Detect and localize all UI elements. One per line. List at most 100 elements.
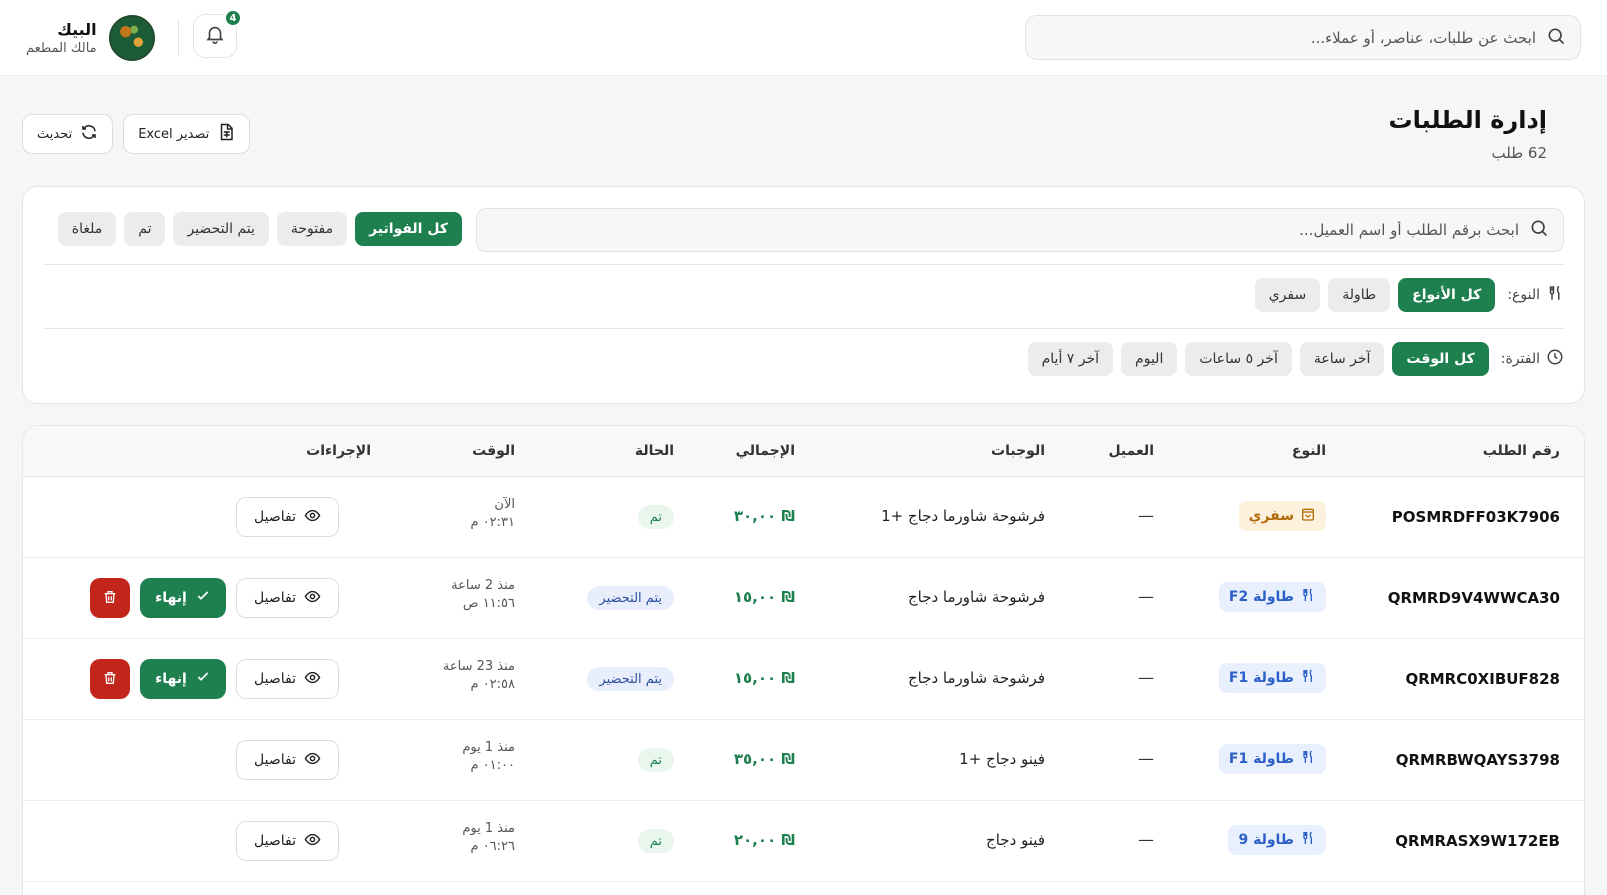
type-pill-all[interactable]: كل الأنواع xyxy=(1398,278,1496,312)
period-pill-last-5-hours[interactable]: آخر ٥ ساعات xyxy=(1185,342,1292,376)
period-pill-last-hour[interactable]: آخر ساعة xyxy=(1299,342,1385,376)
time-ago: الآن xyxy=(494,497,515,512)
details-button[interactable]: تفاصيل xyxy=(236,659,339,699)
table-row: POSMRDFF03K7906 سفري — فرشوحة شاورما دجا… xyxy=(23,477,1584,558)
delete-button[interactable] xyxy=(90,578,130,618)
search-icon xyxy=(1529,218,1549,242)
time-cell: منذ 1 يوم ٠٦:٢٦ م xyxy=(462,821,515,854)
order-search-box[interactable] xyxy=(476,208,1564,252)
user-info[interactable]: البيك مالك المطعم xyxy=(26,20,97,56)
search-icon xyxy=(1546,26,1566,50)
orders-table: رقم الطلب النوع العميل الوجبات الإجمالي … xyxy=(22,425,1585,895)
order-type-badge: طاولة 9 xyxy=(1228,825,1326,855)
avatar[interactable] xyxy=(108,15,155,61)
takeaway-bag-icon xyxy=(1300,506,1316,526)
order-id-cell[interactable]: QRMRBWQAYS3798 xyxy=(1396,751,1560,769)
status-pill-open[interactable]: مفتوحة xyxy=(276,212,348,246)
order-type-badge: طاولة F2 xyxy=(1218,582,1326,612)
utensils-icon xyxy=(1300,749,1316,769)
eye-icon xyxy=(304,831,321,852)
time-clock: ١١:٥٦ ص xyxy=(462,596,515,611)
type-filter-label: النوع: xyxy=(1507,284,1564,306)
finish-label: إنهاء xyxy=(155,590,187,606)
details-button[interactable]: تفاصيل xyxy=(236,821,339,861)
period-pill-last-7-days[interactable]: آخر ٧ أيام xyxy=(1027,342,1114,376)
period-label-text: الفترة: xyxy=(1500,351,1540,367)
details-button[interactable]: تفاصيل xyxy=(236,740,339,780)
order-type-cell: طاولة F1 xyxy=(1218,744,1326,774)
row-actions: تفاصيل xyxy=(236,821,339,861)
status-pill-done[interactable]: تم xyxy=(124,212,166,246)
order-id-cell[interactable]: QRMRC0XIBUF828 xyxy=(1405,670,1560,688)
status-pill-cancelled[interactable]: ملغاة xyxy=(57,212,117,246)
meals-cell: فرشوحة شاورما دجاج xyxy=(907,669,1045,687)
bell-icon xyxy=(204,23,226,49)
global-search-box[interactable] xyxy=(1025,15,1581,60)
row-actions: تفاصيل xyxy=(236,740,339,780)
details-button[interactable]: تفاصيل xyxy=(236,578,339,618)
check-icon xyxy=(195,669,211,689)
utensils-icon xyxy=(1300,668,1316,688)
period-pill-today[interactable]: اليوم xyxy=(1121,342,1178,376)
type-pill-takeaway[interactable]: سفري xyxy=(1254,278,1321,312)
period-pill-all[interactable]: كل الوقت xyxy=(1392,342,1489,376)
details-label: تفاصيل xyxy=(254,752,296,768)
delete-button[interactable] xyxy=(90,659,130,699)
status-badge: يتم التحضير xyxy=(587,667,674,691)
status-filter-group: كل الفواتير مفتوحة يتم التحضير تم ملغاة xyxy=(57,212,462,246)
spreadsheet-icon xyxy=(217,123,235,145)
notifications-button[interactable]: 4 xyxy=(193,9,242,58)
eye-icon xyxy=(304,750,321,771)
meals-cell: فينو دجاج +1 xyxy=(959,750,1045,768)
table-row: QRMRASX9W172EB طاولة 9 — فينو دجاج ₪ ٢٠,… xyxy=(23,801,1584,882)
table-row: QRMRD9V4WWCA30 طاولة F2 — فرشوحة شاورما … xyxy=(23,558,1584,639)
export-excel-button[interactable]: تصدير Excel xyxy=(123,114,251,154)
order-search-input[interactable] xyxy=(491,221,1519,239)
status-cell: تم xyxy=(637,505,674,529)
status-pill-preparing[interactable]: يتم التحضير xyxy=(173,212,269,246)
time-clock: ٠٦:٢٦ م xyxy=(470,839,516,854)
header-customer: العميل xyxy=(1108,443,1154,459)
header-status: الحالة xyxy=(634,443,674,459)
details-button[interactable]: تفاصيل xyxy=(236,497,339,537)
details-label: تفاصيل xyxy=(254,671,296,687)
global-search-input[interactable] xyxy=(1040,28,1536,47)
refresh-button[interactable]: تحديث xyxy=(22,114,114,154)
eye-icon xyxy=(304,669,321,690)
finish-button[interactable]: إنهاء xyxy=(140,578,226,618)
status-pill-all[interactable]: كل الفواتير xyxy=(355,212,462,246)
notification-count-badge: 4 xyxy=(224,9,242,27)
order-type-label: طاولة 9 xyxy=(1238,832,1294,848)
top-bar: البيك مالك المطعم 4 xyxy=(0,0,1607,76)
customer-cell: — xyxy=(1138,749,1154,768)
order-type-badge: طاولة F1 xyxy=(1218,663,1326,693)
total-cell: ₪ ٣٠,٠٠ xyxy=(733,507,795,525)
header-actions: تحديث تصدير Excel xyxy=(22,114,251,154)
table-row: QRMRC0XIBUF828 طاولة F1 — فرشوحة شاورما … xyxy=(23,639,1584,720)
status-cell: يتم التحضير xyxy=(587,586,674,610)
status-cell: تم xyxy=(637,748,674,772)
divider xyxy=(178,20,179,56)
time-clock: ٠٢:٣١ م xyxy=(470,515,516,530)
type-label-text: النوع: xyxy=(1507,287,1540,303)
meals-cell: فرشوحة شاورما دجاج xyxy=(907,588,1045,606)
total-cell: ₪ ١٥,٠٠ xyxy=(733,588,795,606)
order-id-cell[interactable]: QRMRASX9W172EB xyxy=(1395,832,1560,850)
time-cell: منذ 1 يوم ٠١:٠٠ م xyxy=(462,740,515,773)
order-id-cell[interactable]: POSMRDFF03K7906 xyxy=(1392,508,1560,526)
type-pill-table[interactable]: طاولة xyxy=(1328,278,1391,312)
row-actions: تفاصيل xyxy=(236,497,339,537)
details-label: تفاصيل xyxy=(254,590,296,606)
order-id-cell[interactable]: QRMRD9V4WWCA30 xyxy=(1388,589,1560,607)
finish-button[interactable]: إنهاء xyxy=(140,659,226,699)
time-cell: الآن ٠٢:٣١ م xyxy=(471,497,516,530)
order-type-cell: طاولة F2 xyxy=(1218,582,1326,612)
refresh-label: تحديث xyxy=(37,126,73,142)
time-clock: ٠١:٠٠ م xyxy=(470,758,516,773)
finish-label: إنهاء xyxy=(155,671,187,687)
order-type-badge: طاولة F1 xyxy=(1218,744,1326,774)
page-title: إدارة الطلبات xyxy=(1388,106,1547,134)
type-filter-row: النوع: كل الأنواع طاولة سفري xyxy=(1254,278,1564,312)
divider xyxy=(43,264,1564,265)
status-badge: تم xyxy=(637,748,674,772)
